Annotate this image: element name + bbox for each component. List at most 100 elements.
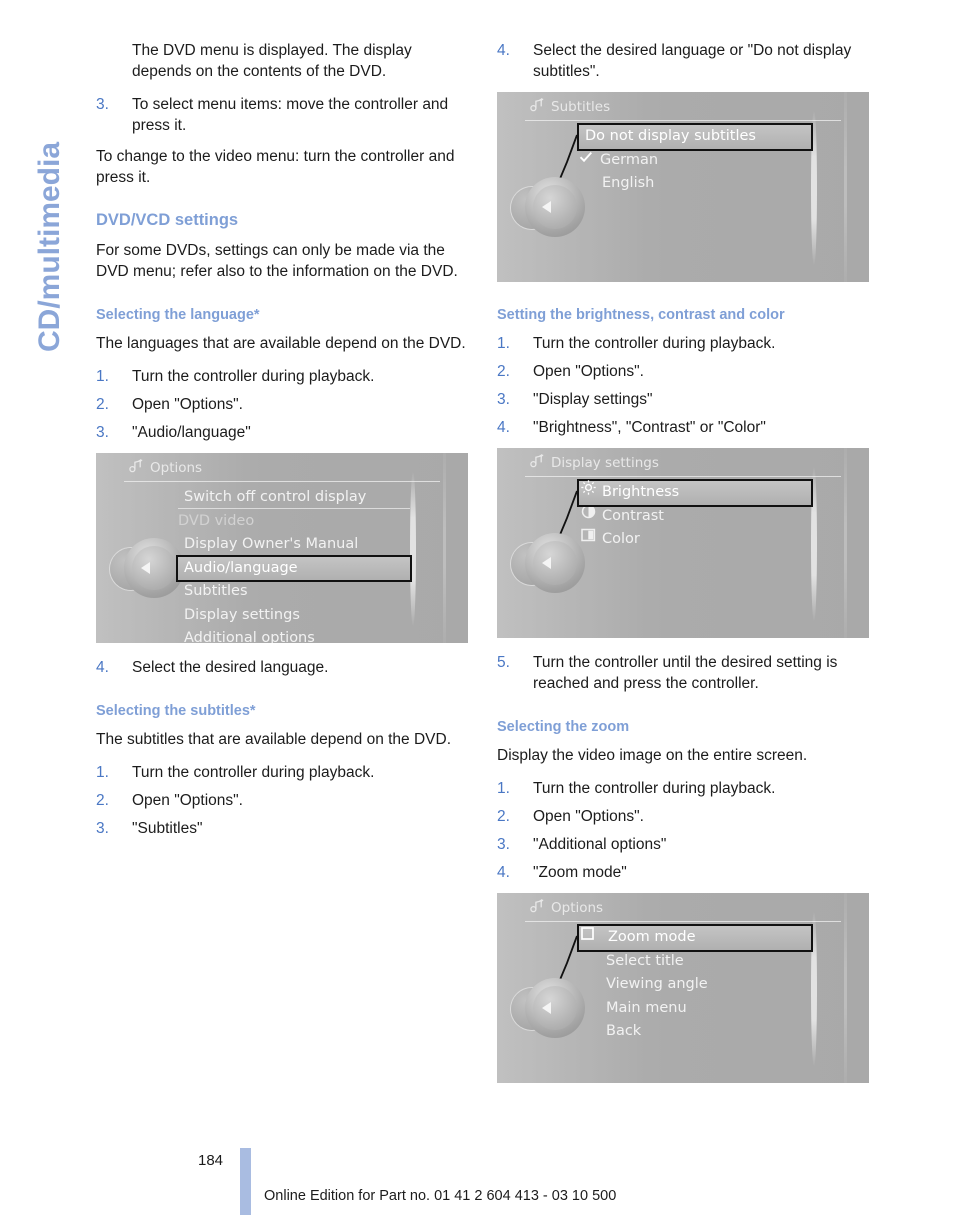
chapter-tab-label: CD/multimedia xyxy=(33,141,66,352)
menu-item-main-menu[interactable]: Main menu xyxy=(579,997,811,1021)
music-note-icon xyxy=(529,454,544,472)
step-number: 1. xyxy=(96,764,109,781)
step-number: 1. xyxy=(497,780,510,797)
list-item: 1. Turn the controller during playback. xyxy=(96,762,468,783)
controller-knob xyxy=(511,533,585,595)
controller-knob xyxy=(511,978,585,1040)
menu-item-label: English xyxy=(602,175,655,191)
idrive-screen-options-zoom-mode: Options Zoom mode Select title Viewing a… xyxy=(497,893,869,1083)
menu-item-back[interactable]: Back xyxy=(579,1020,811,1044)
section-paragraph: For some DVDs, settings can only be made… xyxy=(96,242,458,280)
screen-header: Display settings xyxy=(529,454,659,472)
step-number: 1. xyxy=(497,335,510,352)
menu-item-select-title[interactable]: Select title xyxy=(579,950,811,974)
list-item: 4. Select the desired language. xyxy=(96,657,468,678)
step-text: "Display settings" xyxy=(533,391,653,408)
menu-item-additional-options[interactable]: Additional options xyxy=(178,627,410,643)
menu-item-german[interactable]: German xyxy=(579,149,811,173)
step-list-zoom: 1. Turn the controller during playback. 2… xyxy=(497,778,869,883)
step-text: "Brightness", "Contrast" or "Color" xyxy=(533,419,766,436)
header-divider xyxy=(525,921,841,922)
step-text: "Zoom mode" xyxy=(533,864,627,881)
subheading-setting-brightness-contrast-color: Setting the brightness, contrast and col… xyxy=(497,307,785,323)
menu-item-viewing-angle[interactable]: Viewing angle xyxy=(579,973,811,997)
list-item: 2. Open "Options". xyxy=(497,361,869,382)
left-arrow-icon xyxy=(542,557,551,569)
menu-list: Do not display subtitles German English xyxy=(577,123,813,196)
decorative-arc xyxy=(844,893,847,1083)
menu-item-brightness[interactable]: Brightness xyxy=(577,479,813,507)
header-divider xyxy=(525,120,841,121)
knob-face xyxy=(132,546,176,590)
menu-item-label: DVD video xyxy=(178,512,255,529)
menu-item-label: Back xyxy=(606,1023,642,1039)
menu-item-do-not-display-subtitles[interactable]: Do not display subtitles xyxy=(577,123,813,151)
controller-knob xyxy=(511,177,585,239)
idrive-screen-options-audio-language: Options Switch off control display DVD v… xyxy=(96,453,468,643)
footer-accent-bar xyxy=(240,1148,251,1215)
screen-header: Options xyxy=(128,459,202,477)
menu-item-label: Select title xyxy=(606,952,684,969)
header-divider xyxy=(525,476,841,477)
right-text-column: 4. Select the desired language or "Do not… xyxy=(497,40,869,1097)
step-list-language: 1. Turn the controller during playback. 2… xyxy=(96,366,468,443)
step-number: 4. xyxy=(497,864,510,881)
knob-face xyxy=(533,986,577,1030)
subheading-selecting-the-zoom: Selecting the zoom xyxy=(497,719,630,735)
step-number: 5. xyxy=(497,654,510,671)
knob-face xyxy=(533,185,577,229)
menu-item-label: Contrast xyxy=(602,507,664,524)
controller-knob xyxy=(110,538,184,600)
color-icon xyxy=(581,527,598,551)
step-text: Open "Options". xyxy=(533,363,644,380)
step-number: 2. xyxy=(497,808,510,825)
step-number: 4. xyxy=(497,42,510,59)
header-divider xyxy=(124,481,440,482)
menu-item-label: German xyxy=(600,151,659,168)
menu-item-label: Viewing angle xyxy=(606,976,708,992)
menu-group-label-dvd-video: DVD video xyxy=(178,510,410,534)
step-number: 4. xyxy=(96,659,109,676)
edition-notice: Online Edition for Part no. 01 41 2 604 … xyxy=(264,1188,617,1204)
decorative-arc xyxy=(811,466,817,622)
menu-item-label: Brightness xyxy=(602,484,680,500)
menu-item-display-owners-manual[interactable]: Display Owner's Manual xyxy=(178,533,410,557)
menu-item-color[interactable]: Color xyxy=(579,528,811,552)
menu-item-zoom-mode[interactable]: Zoom mode xyxy=(577,924,813,952)
list-item: 4. Select the desired language or "Do not… xyxy=(497,40,869,82)
subtitles-paragraph: The subtitles that are available depend … xyxy=(96,731,452,748)
step-list-menu-items: 3. To select menu items: move the control… xyxy=(96,94,468,136)
menu-item-audio-language[interactable]: Audio/language xyxy=(176,554,412,582)
menu-list: Brightness Contrast Color xyxy=(577,479,813,552)
menu-item-label: Display Owner's Manual xyxy=(184,536,359,552)
step-number: 3. xyxy=(96,96,109,113)
page-number: 184 xyxy=(198,1152,224,1169)
menu-item-label: Zoom mode xyxy=(608,929,696,945)
list-item: 3. To select menu items: move the control… xyxy=(96,94,468,136)
change-video-paragraph: To change to the video menu: turn the co… xyxy=(96,148,455,186)
menu-item-subtitles[interactable]: Subtitles xyxy=(178,580,410,604)
list-item: 1. Turn the controller during playback. xyxy=(96,366,468,387)
menu-item-label: Display settings xyxy=(184,606,300,623)
screen-header: Options xyxy=(529,899,603,917)
list-item: 2. Open "Options". xyxy=(96,394,468,415)
menu-item-switch-off-control-display[interactable]: Switch off control display xyxy=(178,486,410,510)
menu-item-contrast[interactable]: Contrast xyxy=(579,504,811,529)
step-text: Turn the controller during playback. xyxy=(533,335,776,352)
decorative-arc xyxy=(811,911,817,1067)
knob-face xyxy=(533,541,577,585)
language-paragraph: The languages that are available depend … xyxy=(96,335,466,352)
menu-item-display-settings[interactable]: Display settings xyxy=(178,604,410,628)
list-item: 2. Open "Options". xyxy=(96,790,468,811)
checkmark-icon xyxy=(579,148,596,172)
step-number: 2. xyxy=(96,792,109,809)
left-arrow-icon xyxy=(542,1002,551,1014)
step-number: 3. xyxy=(96,424,109,441)
chapter-side-tab: CD/multimedia xyxy=(0,0,92,360)
menu-item-english[interactable]: English xyxy=(579,172,811,196)
step-text: Turn the controller during playback. xyxy=(132,368,375,385)
idrive-screen-display-settings: Display settings Brightness Contrast Col… xyxy=(497,448,869,638)
step-list-brightness: 1. Turn the controller during playback. 2… xyxy=(497,333,869,438)
step-number: 3. xyxy=(96,820,109,837)
step-number: 1. xyxy=(96,368,109,385)
